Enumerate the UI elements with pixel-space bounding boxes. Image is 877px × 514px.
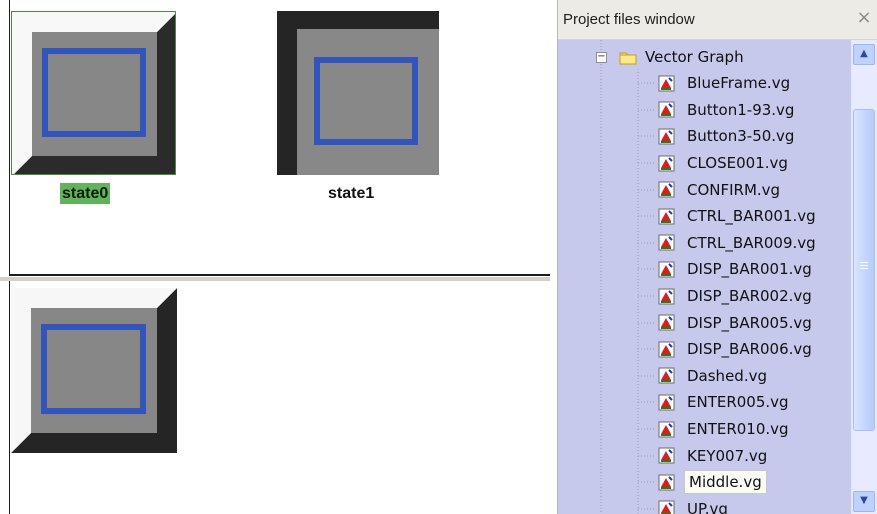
vector-file-icon: [658, 261, 675, 278]
down-arrow-icon[interactable]: ▼: [853, 491, 875, 512]
vector-file-icon: [658, 101, 675, 118]
file-name: BlueFrame.vg: [687, 74, 791, 93]
file-name: CLOSE001.vg: [687, 154, 788, 173]
file-list-item[interactable]: Dashed.vg: [658, 363, 848, 390]
vector-file-icon: [658, 474, 675, 491]
vector-file-icon: [658, 341, 675, 358]
raised-button-graphic: [12, 12, 175, 174]
collapse-toggle-icon[interactable]: −: [596, 51, 607, 63]
vector-file-icon: [658, 500, 675, 514]
file-name: Dashed.vg: [687, 366, 767, 385]
file-list-item[interactable]: ENTER005.vg: [658, 389, 848, 416]
vector-file-icon: [658, 421, 675, 438]
folder-icon: [619, 52, 637, 64]
file-name: ENTER010.vg: [687, 420, 789, 439]
file-list-item[interactable]: ENTER010.vg: [658, 416, 848, 443]
vector-file-icon: [658, 314, 675, 331]
vector-file-icon: [658, 208, 675, 225]
project-files-titlebar: Project files window ×: [558, 0, 877, 40]
file-name: CTRL_BAR001.vg: [687, 207, 816, 226]
vector-editor-screen: state0 state1 Project files window × − V…: [0, 0, 877, 514]
state0-thumbnail[interactable]: [11, 11, 176, 175]
preview-button-graphic[interactable]: [11, 288, 177, 453]
file-name: DISP_BAR002.vg: [687, 287, 812, 306]
vector-file-icon: [658, 128, 675, 145]
vector-file-icon: [658, 367, 675, 384]
file-list-item[interactable]: CONFIRM.vg: [658, 176, 848, 203]
vector-file-icon: [658, 288, 675, 305]
state0-label[interactable]: state0: [60, 183, 111, 204]
file-list-item[interactable]: DISP_BAR002.vg: [658, 283, 848, 310]
file-name: DISP_BAR005.vg: [687, 313, 812, 332]
file-name: CONFIRM.vg: [687, 180, 781, 199]
pressed-button-graphic: [277, 11, 439, 175]
state1-thumbnail[interactable]: [277, 11, 439, 175]
vector-graph-folder[interactable]: − Vector Graph: [596, 45, 744, 69]
file-list-item[interactable]: DISP_BAR005.vg: [658, 309, 848, 336]
project-files-title: Project files window: [563, 11, 695, 28]
scrollbar-grip-icon: [860, 262, 868, 272]
project-files-window: Project files window × − Vector Graph Bl…: [557, 0, 877, 514]
file-name: DISP_BAR001.vg: [687, 260, 812, 279]
file-list-item[interactable]: UP.vg: [658, 496, 848, 514]
file-name: Button3-50.vg: [687, 127, 795, 146]
vector-file-icon: [658, 447, 675, 464]
vector-file-icon: [658, 394, 675, 411]
vector-graph-file-list: BlueFrame.vg Button1-93.vg Button3-50.vg…: [658, 70, 848, 514]
vector-file-icon: [658, 181, 675, 198]
file-name: Button1-93.vg: [687, 100, 795, 119]
file-list-item[interactable]: Button1-93.vg: [658, 97, 848, 124]
file-list-item[interactable]: DISP_BAR001.vg: [658, 256, 848, 283]
up-arrow-icon[interactable]: ▲: [853, 44, 875, 65]
file-list-item[interactable]: BlueFrame.vg: [658, 70, 848, 97]
state1-label[interactable]: state1: [326, 183, 376, 204]
file-name: Middle.vg: [684, 470, 767, 495]
vector-graph-folder-label: Vector Graph: [645, 48, 744, 66]
file-name: DISP_BAR006.vg: [687, 340, 812, 359]
vector-file-icon: [658, 75, 675, 92]
vector-file-icon: [658, 155, 675, 172]
file-name: CTRL_BAR009.vg: [687, 233, 816, 252]
file-list-item[interactable]: CTRL_BAR009.vg: [658, 230, 848, 257]
project-files-scrollbar[interactable]: ▲ ▼: [851, 40, 877, 514]
scrollbar-thumb[interactable]: [853, 109, 875, 431]
project-file-tree[interactable]: − Vector Graph BlueFrame.vg Button1-93.v…: [558, 40, 851, 514]
vector-file-icon: [658, 234, 675, 251]
file-name: UP.vg: [687, 499, 728, 514]
file-name: KEY007.vg: [687, 446, 768, 465]
file-list-item[interactable]: Button3-50.vg: [658, 123, 848, 150]
file-list-item[interactable]: KEY007.vg: [658, 442, 848, 469]
file-list-item[interactable]: DISP_BAR006.vg: [658, 336, 848, 363]
file-name: ENTER005.vg: [687, 393, 789, 412]
file-list-item-selected[interactable]: Middle.vg: [658, 469, 848, 496]
close-icon[interactable]: ×: [855, 9, 873, 27]
preview-raised-button-graphic: [11, 288, 177, 453]
file-list-item[interactable]: CTRL_BAR001.vg: [658, 203, 848, 230]
file-list-item[interactable]: CLOSE001.vg: [658, 150, 848, 177]
